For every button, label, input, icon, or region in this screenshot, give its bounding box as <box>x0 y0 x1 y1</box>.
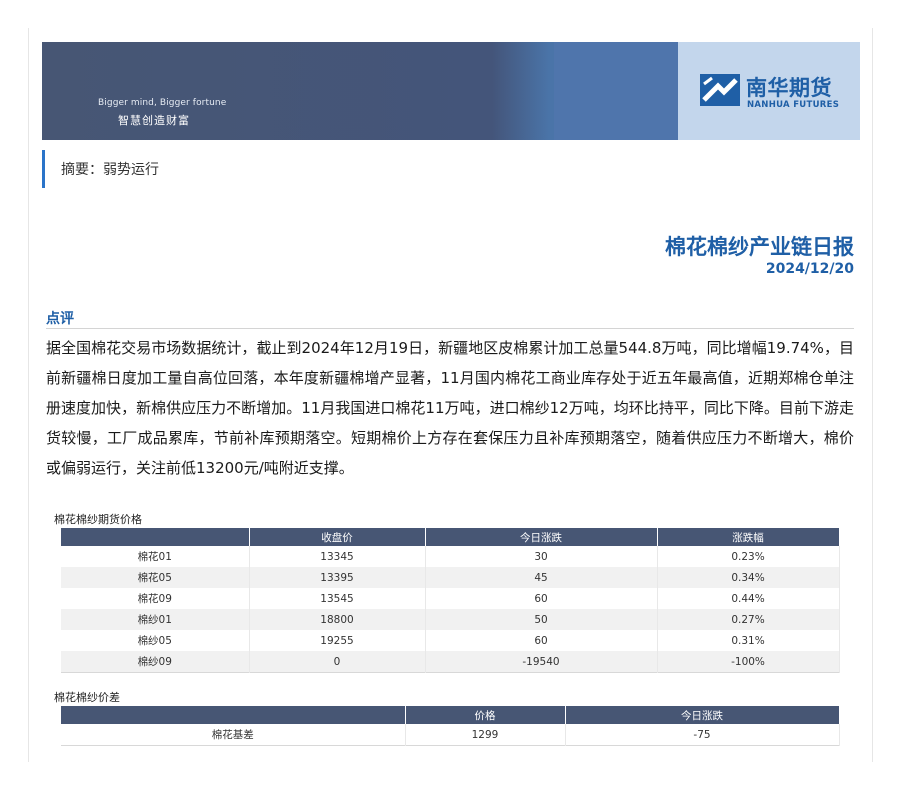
commentary-heading-text: 点评 <box>46 311 74 327</box>
slogan-chinese: 智慧创造财富 <box>118 114 190 127</box>
column-header: 涨跌幅 <box>657 528 840 546</box>
row-label-cell: 棉花09 <box>61 588 250 609</box>
column-header: 今日涨跌 <box>565 706 840 724</box>
commentary-heading: 点评 <box>46 308 854 329</box>
table-cell: 45 <box>425 567 658 588</box>
logo-name-english: NANHUA FUTURES <box>747 100 840 110</box>
page-border-left <box>28 28 29 762</box>
table-row: 棉花09 13545 60 0.44% <box>61 588 840 609</box>
column-header: 收盘价 <box>249 528 426 546</box>
table-header-row: 收盘价 今日涨跌 涨跌幅 <box>61 528 840 546</box>
column-header: 今日涨跌 <box>425 528 658 546</box>
spread-table-title: 棉花棉纱价差 <box>54 691 120 704</box>
logo-name-chinese: 南华期货 <box>746 76 832 100</box>
spread-table: 价格 今日涨跌 棉花基差 1299 -75 <box>61 706 840 746</box>
table-cell: 0 <box>249 651 426 673</box>
row-label-cell: 棉花01 <box>61 546 250 567</box>
table-cell: 30 <box>425 546 658 567</box>
table-cell: 50 <box>425 609 658 630</box>
column-header <box>61 528 250 546</box>
company-logo: 南华期货 NANHUA FUTURES <box>700 70 850 118</box>
report-title-block: 棉花棉纱产业链日报 2024/12/20 <box>665 234 854 278</box>
row-label-cell: 棉纱05 <box>61 630 250 651</box>
column-header: 价格 <box>405 706 566 724</box>
table-cell: 13395 <box>249 567 426 588</box>
table-row: 棉纱05 19255 60 0.31% <box>61 630 840 651</box>
table-row: 棉纱09 0 -19540 -100% <box>61 651 840 673</box>
table-cell: -19540 <box>425 651 658 673</box>
header-banner: Bigger mind, Bigger fortune 智慧创造财富 南华期货 … <box>42 42 860 140</box>
slogan-english: Bigger mind, Bigger fortune <box>98 98 227 108</box>
table-cell: 60 <box>425 630 658 651</box>
table-cell: 0.31% <box>657 630 840 651</box>
table-row: 棉花05 13395 45 0.34% <box>61 567 840 588</box>
futures-price-table: 收盘价 今日涨跌 涨跌幅 棉花01 13345 30 0.23% 棉花05 13395 45 0.… <box>61 528 840 673</box>
row-label-cell: 棉纱01 <box>61 609 250 630</box>
banner-blue-block <box>554 42 678 140</box>
table-cell: 19255 <box>249 630 426 651</box>
table-row: 棉纱01 18800 50 0.27% <box>61 609 840 630</box>
page-border-right <box>872 28 873 762</box>
summary-text: 摘要：弱势运行 <box>61 162 159 178</box>
table-cell: 60 <box>425 588 658 609</box>
table-header-row: 价格 今日涨跌 <box>61 706 840 724</box>
table-cell: 0.27% <box>657 609 840 630</box>
report-date: 2024/12/20 <box>765 261 854 277</box>
report-title: 棉花棉纱产业链日报 <box>665 235 854 259</box>
table-cell: -75 <box>565 724 840 746</box>
table-cell: 13345 <box>249 546 426 567</box>
table-cell: 0.44% <box>657 588 840 609</box>
summary-callout: 摘要：弱势运行 <box>42 150 159 188</box>
table-cell: -100% <box>657 651 840 673</box>
table-cell: 18800 <box>249 609 426 630</box>
row-label-cell: 棉花05 <box>61 567 250 588</box>
table-cell: 0.34% <box>657 567 840 588</box>
commentary-paragraph: 据全国棉花交易市场数据统计，截止到2024年12月19日，新疆地区皮棉累计加工总… <box>46 339 854 477</box>
row-label-cell: 棉花基差 <box>61 724 406 746</box>
table-cell: 1299 <box>405 724 566 746</box>
table-row: 棉花基差 1299 -75 <box>61 724 840 746</box>
table-cell: 13545 <box>249 588 426 609</box>
table-cell: 0.23% <box>657 546 840 567</box>
nanhua-logo-icon <box>700 74 740 106</box>
row-label-cell: 棉纱09 <box>61 651 250 673</box>
table-row: 棉花01 13345 30 0.23% <box>61 546 840 567</box>
column-header <box>61 706 406 724</box>
futures-table-title: 棉花棉纱期货价格 <box>54 513 142 526</box>
